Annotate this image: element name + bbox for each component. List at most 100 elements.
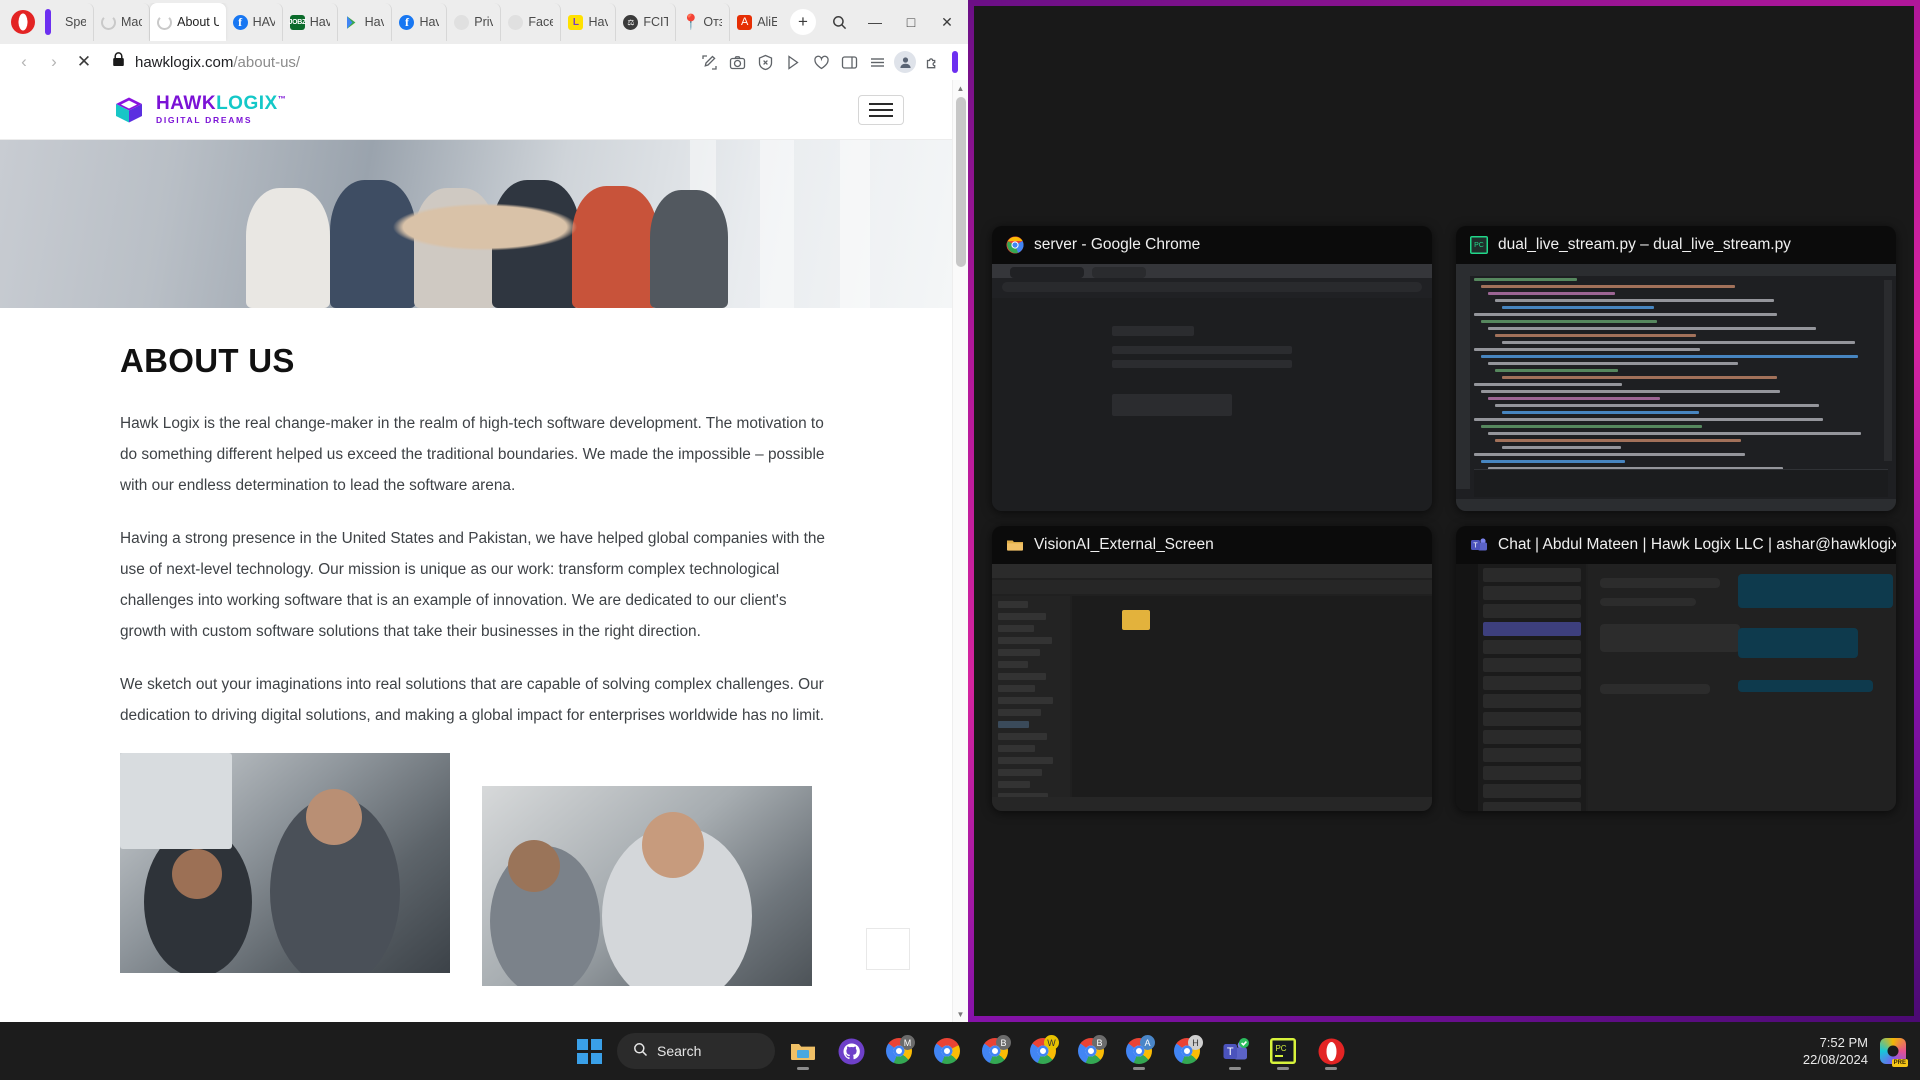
chrome-icon: B [1078, 1035, 1107, 1064]
folder-icon [1006, 536, 1024, 554]
photo-gallery [120, 753, 832, 986]
search-placeholder: Search [657, 1043, 702, 1059]
aliexpress-icon: A [737, 14, 753, 30]
tab-4[interactable]: JOBZ Hav [283, 3, 338, 41]
tab-10[interactable]: ⚖ FCIT [616, 3, 677, 41]
close-button[interactable]: ✕ [930, 5, 964, 39]
window-badge: W [1044, 1035, 1059, 1050]
running-indicator [1133, 1067, 1145, 1070]
thumb-title-bar: VisionAI_External_Screen [992, 526, 1432, 564]
taskbar-chrome-5[interactable]: B [1071, 1031, 1111, 1071]
windows-taskbar[interactable]: Search M B W B A H T PC 7:52 PM 22/08/20… [0, 1022, 1920, 1080]
task-view[interactable]: server - Google Chrome PC dual_live_stre… [974, 6, 1914, 1016]
url-text[interactable]: hawklogix.com/about-us/ [135, 54, 300, 71]
taskbar-chrome-2[interactable] [927, 1031, 967, 1071]
profile-avatar[interactable] [892, 49, 918, 75]
tab-label: Face [528, 15, 554, 29]
shield-blocker-icon[interactable] [752, 49, 778, 75]
hero-banner-image [0, 140, 952, 308]
site-logo[interactable]: HAWKLOGIX™ DIGITAL DREAMS [112, 93, 286, 127]
taskbar-clock[interactable]: 7:52 PM 22/08/2024 [1803, 1034, 1868, 1068]
tab-1[interactable]: Mac [94, 3, 151, 41]
sidebar-accent-bar[interactable] [952, 51, 958, 73]
page-viewport[interactable]: HAWKLOGIX™ DIGITAL DREAMS ABOUT US Hawk … [0, 80, 968, 1022]
start-button[interactable] [569, 1031, 609, 1071]
copilot-icon[interactable]: PRE [1880, 1038, 1908, 1067]
back-button[interactable]: ‹ [10, 48, 38, 76]
tab-7[interactable]: Priv [447, 3, 502, 41]
tab-6[interactable]: f Hav [392, 3, 448, 41]
taskbar-system-tray[interactable]: 7:52 PM 22/08/2024 PRE [1791, 1034, 1908, 1068]
tab-9[interactable]: L Hav [561, 3, 617, 41]
snapshot-icon[interactable] [724, 49, 750, 75]
taskbar-chrome-6[interactable]: A [1119, 1031, 1159, 1071]
chrome-icon: M [886, 1035, 915, 1064]
tab-label: Hav [364, 15, 385, 29]
back-glyph: ‹ [21, 52, 27, 71]
address-bar[interactable]: ‹ › ✕ hawklogix.com/about-us/ [0, 44, 968, 80]
opera-browser-window[interactable]: Spe Mac About U f HAV JOBZ Hav Hav f Hav… [0, 0, 968, 1022]
tab-11[interactable]: 📍 Отз [676, 3, 731, 41]
tab-3[interactable]: f HAV [226, 3, 283, 41]
opera-menu-button[interactable] [4, 3, 42, 41]
stop-loading-button[interactable]: ✕ [70, 48, 98, 76]
new-tab-label: + [798, 12, 808, 31]
maximize-button[interactable]: □ [894, 5, 928, 39]
about-paragraph-1: Hawk Logix is the real change-maker in t… [120, 415, 825, 494]
taskbar-chrome-4[interactable]: W [1023, 1031, 1063, 1071]
windows-logo-icon [576, 1038, 602, 1064]
page-scrollbar[interactable]: ▲ ▼ [952, 80, 968, 1022]
minimize-button[interactable]: — [858, 5, 892, 39]
taskbar-chrome-7[interactable]: H [1167, 1031, 1207, 1071]
send-flow-icon[interactable] [780, 49, 806, 75]
tab-8[interactable]: Face [501, 3, 562, 41]
taskbar-center-group[interactable]: Search M B W B A H T PC [0, 1031, 1920, 1071]
window-badge: B [1092, 1035, 1107, 1050]
thumb-title-bar: T Chat | Abdul Mateen | Hawk Logix LLC |… [1456, 526, 1896, 564]
tab-2-active[interactable]: About U [150, 3, 226, 41]
tab-0[interactable]: Spe [58, 3, 94, 41]
task-view-window-explorer[interactable]: VisionAI_External_Screen [992, 526, 1432, 811]
scroll-up-arrow[interactable]: ▲ [953, 80, 968, 96]
tab-5[interactable]: Hav [338, 3, 393, 41]
heart-icon[interactable] [808, 49, 834, 75]
loading-spinner-icon [100, 14, 116, 30]
taskbar-chrome-1[interactable]: M [879, 1031, 919, 1071]
sidebar-toggle[interactable] [45, 9, 51, 35]
google-play-icon [345, 15, 360, 30]
forward-button[interactable]: › [40, 48, 68, 76]
scrollbar-thumb[interactable] [956, 97, 966, 267]
web-page[interactable]: HAWKLOGIX™ DIGITAL DREAMS ABOUT US Hawk … [0, 80, 952, 1022]
clock-date: 22/08/2024 [1802, 1052, 1868, 1067]
padlock-icon[interactable] [112, 52, 125, 72]
menu-icon[interactable] [864, 49, 890, 75]
task-view-window-chrome[interactable]: server - Google Chrome [992, 226, 1432, 511]
task-view-window-pycharm[interactable]: PC dual_live_stream.py – dual_live_strea… [1456, 226, 1896, 511]
tab-search-button[interactable] [822, 5, 856, 39]
edit-page-icon[interactable] [696, 49, 722, 75]
taskbar-teams[interactable]: T [1215, 1031, 1255, 1071]
url-field[interactable]: hawklogix.com/about-us/ [100, 52, 694, 72]
svg-text:PC: PC [1474, 242, 1484, 249]
tabs-container[interactable]: Spe Mac About U f HAV JOBZ Hav Hav f Hav… [58, 3, 784, 41]
taskbar-opera[interactable] [1311, 1031, 1351, 1071]
hamburger-menu-button[interactable] [858, 94, 904, 125]
page-title: ABOUT US [120, 342, 295, 379]
window-controls[interactable]: — □ ✕ [822, 5, 964, 39]
tab-12[interactable]: A AliE [730, 3, 784, 41]
hamburger-line [869, 102, 893, 105]
new-tab-button[interactable]: + [790, 9, 816, 35]
facebook-icon: f [399, 14, 415, 30]
taskbar-file-explorer[interactable] [783, 1031, 823, 1071]
task-view-window-teams[interactable]: T Chat | Abdul Mateen | Hawk Logix LLC |… [1456, 526, 1896, 811]
taskbar-search-box[interactable]: Search [617, 1033, 775, 1069]
panel-icon[interactable] [836, 49, 862, 75]
taskbar-pycharm[interactable]: PC [1263, 1031, 1303, 1071]
taskbar-github-desktop[interactable] [831, 1031, 871, 1071]
taskbar-chrome-3[interactable]: B [975, 1031, 1015, 1071]
tab-strip[interactable]: Spe Mac About U f HAV JOBZ Hav Hav f Hav… [0, 0, 968, 44]
scroll-down-arrow[interactable]: ▼ [953, 1006, 968, 1022]
logo-subtitle: DIGITAL DREAMS [156, 115, 253, 126]
extensions-icon[interactable] [920, 49, 946, 75]
gallery-photo-2 [482, 786, 812, 986]
